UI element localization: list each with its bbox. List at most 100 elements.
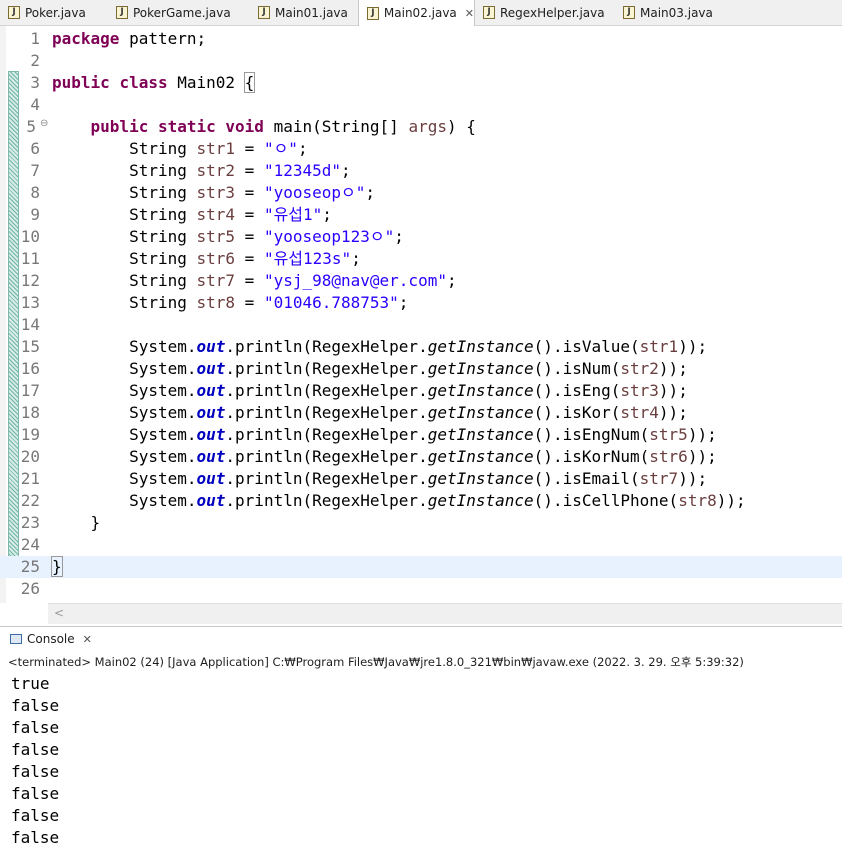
line-number: 6 (30, 139, 40, 158)
tab-main02-java[interactable]: J Main02.java ✕ (358, 0, 475, 26)
tab-poker-java[interactable]: J Poker.java (0, 0, 108, 25)
keyword: package (52, 29, 120, 48)
keyword: public (90, 117, 149, 136)
matching-brace: { (243, 72, 256, 93)
tab-main03-java[interactable]: J Main03.java (615, 0, 725, 25)
line-number: 17 (20, 381, 40, 400)
tab-pokergame-java[interactable]: J PokerGame.java (108, 0, 250, 25)
string-literal: "유섭1" (263, 205, 323, 224)
println-call: .println(RegexHelper. (225, 337, 428, 356)
code-line-13[interactable]: 13 String str8 = "01046.788753"; (0, 292, 842, 314)
line-number: 4 (30, 95, 40, 114)
code-line-20[interactable]: 20 System.out.println(RegexHelper.getIns… (0, 446, 842, 468)
code-line-11[interactable]: 11 String str6 = "유섭123s"; (0, 248, 842, 270)
call-separator: (). (533, 381, 563, 400)
static-method: getInstance (427, 425, 534, 444)
code-line-12[interactable]: 12 String str7 = "ysj_98@nav@er.com"; (0, 270, 842, 292)
code-line-6[interactable]: 6 String str1 = "ㅇ"; (0, 138, 842, 160)
call-separator: (). (533, 403, 563, 422)
code-line-8[interactable]: 8 String str3 = "yooseopㅇ"; (0, 182, 842, 204)
line-number: 19 (20, 425, 40, 444)
code-line-14[interactable]: 14 (0, 314, 842, 336)
method-signature-end: ) { (446, 117, 476, 136)
code-editor[interactable]: 1 package pattern; 2 3 public class Main… (0, 26, 842, 624)
keyword: class (119, 73, 168, 92)
tab-main01-java[interactable]: J Main01.java (250, 0, 358, 25)
code-line-19[interactable]: 19 System.out.println(RegexHelper.getIns… (0, 424, 842, 446)
java-file-icon: J (483, 6, 495, 19)
code-line-15[interactable]: 15 System.out.println(RegexHelper.getIns… (0, 336, 842, 358)
console-output[interactable]: true false false false false false false false (11, 673, 59, 849)
println-call: .println(RegexHelper. (225, 447, 428, 466)
close-icon[interactable]: ✕ (83, 633, 92, 646)
console-icon (10, 634, 22, 644)
scroll-left-arrow-icon[interactable]: < (54, 606, 64, 620)
line-number: 18 (20, 403, 40, 422)
code-line-25-current[interactable]: 25 } (0, 556, 842, 578)
line-number: 12 (20, 271, 40, 290)
closing-brace: } (90, 513, 101, 532)
argument: str3 (620, 381, 659, 400)
code-line-5[interactable]: 5 ⊖ public static void main(String[] arg… (0, 116, 842, 138)
code-line-10[interactable]: 10 String str5 = "yooseop123ㅇ"; (0, 226, 842, 248)
system-class: System. (129, 403, 197, 422)
code-line-2[interactable]: 2 (0, 50, 842, 72)
call-separator: (). (533, 425, 563, 444)
tab-regexhelper-java[interactable]: J RegexHelper.java (475, 0, 615, 25)
string-literal: "01046.788753" (263, 293, 399, 312)
code-line-17[interactable]: 17 System.out.println(RegexHelper.getIns… (0, 380, 842, 402)
out-field: out (196, 403, 226, 422)
console-output-line: false (11, 718, 60, 737)
type-name: String (129, 161, 187, 180)
code-line-3[interactable]: 3 public class Main02 { (0, 72, 842, 94)
variable-name: str4 (196, 205, 236, 224)
console-tab-label: Console (27, 632, 75, 646)
system-class: System. (129, 359, 197, 378)
println-call: .println(RegexHelper. (225, 425, 428, 444)
regex-method: isEng (562, 381, 611, 400)
console-view: Console ✕ <terminated> Main02 (24) [Java… (0, 626, 842, 855)
code-line-22[interactable]: 22 System.out.println(RegexHelper.getIns… (0, 490, 842, 512)
line-number: 5 (26, 117, 36, 136)
line-number: 23 (20, 513, 40, 532)
tab-label: Main02.java (383, 6, 457, 20)
code-line-9[interactable]: 9 String str4 = "유섭1"; (0, 204, 842, 226)
package-name: pattern; (119, 29, 207, 48)
static-method: getInstance (427, 403, 534, 422)
string-literal: "ysj_98@nav@er.com" (263, 271, 447, 290)
code-line-21[interactable]: 21 System.out.println(RegexHelper.getIns… (0, 468, 842, 490)
close-icon[interactable]: ✕ (465, 7, 474, 20)
method-signature: main(String[] (263, 117, 409, 136)
text-caret (61, 558, 63, 577)
line-number: 1 (30, 29, 40, 48)
code-line-1[interactable]: 1 package pattern; (0, 28, 842, 50)
code-line-23[interactable]: 23 } (0, 512, 842, 534)
code-line-4[interactable]: 4 (0, 94, 842, 116)
horizontal-scrollbar[interactable]: < (48, 603, 842, 624)
line-number: 16 (20, 359, 40, 378)
code-line-7[interactable]: 7 String str2 = "12345d"; (0, 160, 842, 182)
line-number: 24 (20, 535, 40, 554)
string-literal: "유섭123s" (263, 249, 352, 268)
regex-method: isKor (562, 403, 611, 422)
out-field: out (196, 425, 226, 444)
code-line-16[interactable]: 16 System.out.println(RegexHelper.getIns… (0, 358, 842, 380)
java-file-icon: J (116, 6, 128, 19)
collapse-fold-icon[interactable]: ⊖ (40, 118, 48, 129)
out-field: out (196, 447, 226, 466)
keyword: void (225, 117, 264, 136)
code-line-26[interactable]: 26 (0, 578, 842, 600)
line-number: 20 (20, 447, 40, 466)
code-line-18[interactable]: 18 System.out.println(RegexHelper.getIns… (0, 402, 842, 424)
tab-console[interactable]: Console ✕ (0, 627, 92, 651)
type-name: String (129, 205, 187, 224)
variable-name: str3 (196, 183, 236, 202)
line-number: 25 (20, 557, 40, 576)
out-field: out (196, 491, 226, 510)
code-line-24[interactable]: 24 (0, 534, 842, 556)
system-class: System. (129, 337, 197, 356)
regex-method: isKorNum (562, 447, 640, 466)
println-call: .println(RegexHelper. (225, 359, 428, 378)
string-literal: "ㅇ" (263, 139, 298, 158)
java-file-icon: J (367, 6, 379, 20)
